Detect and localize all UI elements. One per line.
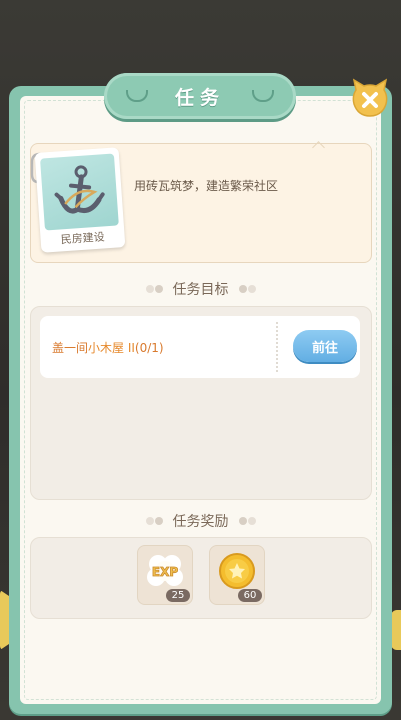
exp-icon: EXP (147, 555, 183, 586)
reward-item-exp[interactable]: EXP 25 (137, 545, 193, 605)
banner-ornament-right (252, 90, 274, 102)
task-card-art (40, 153, 119, 231)
wing-decoration-left (143, 517, 163, 525)
background-decoration-right (391, 610, 401, 650)
objective-text: 盖一间小木屋 II(0/1) (52, 339, 164, 356)
task-description: 用砖瓦筑梦，建造繁荣社区 (134, 179, 279, 193)
go-button[interactable]: 前往 (293, 330, 357, 362)
close-button[interactable] (350, 78, 390, 120)
objective-target-name: 小木屋 II (88, 341, 135, 355)
task-type-card: 民房建设 (34, 147, 126, 253)
objective-prefix: 盖一间 (52, 341, 89, 355)
objective-row: 盖一间小木屋 II(0/1) 前往 (40, 316, 360, 378)
wing-decoration-right (238, 517, 259, 525)
reward-count: 25 (166, 589, 190, 602)
banner-ornament-left (126, 90, 148, 102)
reward-item-coin[interactable]: 60 (209, 545, 265, 605)
title-banner: 任务 (104, 73, 296, 119)
wing-decoration-right (238, 285, 259, 293)
task-card-label: 民房建设 (60, 230, 106, 247)
objectives-title-text: 任务目标 (172, 282, 229, 298)
page-title: 任务 (174, 86, 225, 109)
close-icon (352, 78, 388, 117)
rewards-title-text: 任务奖励 (172, 514, 229, 530)
objective-divider (276, 322, 278, 372)
anchor-icon (54, 165, 105, 214)
exp-icon-text: EXP (152, 565, 178, 579)
objective-progress: (0/1) (134, 341, 164, 355)
rewards-section-title: 任务奖励 (0, 511, 401, 531)
wing-decoration-left (143, 285, 163, 293)
objectives-section-title: 任务目标 (0, 279, 401, 299)
reward-count: 60 (238, 589, 262, 602)
corner-tag (312, 141, 325, 154)
coin-icon (219, 553, 255, 589)
rewards-list (30, 537, 372, 619)
